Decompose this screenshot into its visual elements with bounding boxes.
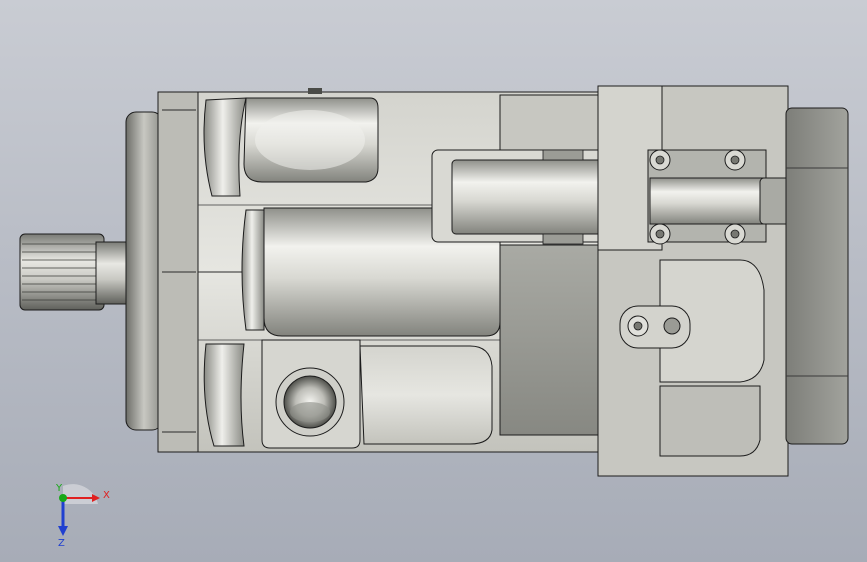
cad-viewport[interactable] [0, 0, 867, 562]
bolt-hex-1[interactable] [649, 149, 671, 171]
end-cover[interactable] [597, 85, 791, 477]
bolt-hex-3[interactable] [649, 223, 671, 245]
x-axis-label: X [103, 490, 110, 501]
mounting-flange[interactable] [125, 91, 201, 453]
bolt-hex-5[interactable] [619, 305, 691, 349]
bottom-port-boss[interactable] [261, 339, 361, 449]
coordinate-triad: X Y Z [55, 483, 110, 548]
y-axis-label: Y [55, 483, 63, 494]
splined-shaft[interactable] [19, 233, 129, 311]
top-tab-detail [308, 88, 322, 94]
y-axis-icon [59, 494, 67, 502]
z-axis-label: Z [58, 538, 65, 548]
end-cap[interactable] [785, 107, 849, 445]
upper-flow-channel [203, 97, 379, 197]
bolt-hex-4[interactable] [724, 223, 746, 245]
bolt-hex-2[interactable] [724, 149, 746, 171]
